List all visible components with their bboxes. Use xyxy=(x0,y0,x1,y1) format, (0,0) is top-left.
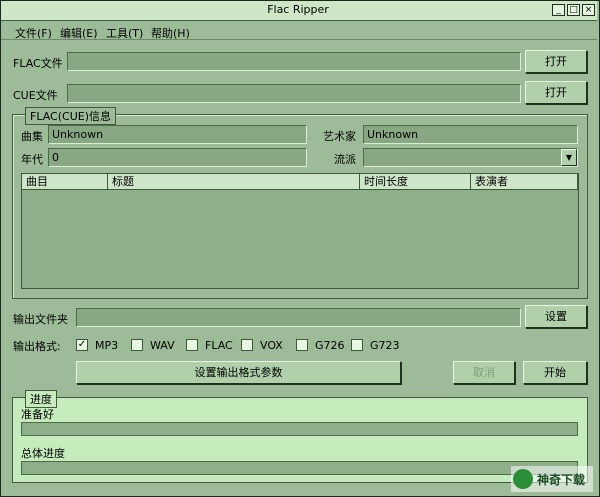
start-button[interactable]: 开始 xyxy=(523,361,587,384)
chevron-down-icon[interactable]: ▼ xyxy=(561,149,577,166)
flac-label: FLAC xyxy=(205,339,233,352)
cue-file-input[interactable] xyxy=(67,84,521,103)
window-title: Flac Ripper xyxy=(267,3,329,16)
track-list[interactable]: 曲目 标题 时间长度 表演者 xyxy=(21,173,579,289)
overall-progress-label: 总体进度 xyxy=(21,447,65,460)
cue-file-label: CUE文件 xyxy=(13,89,58,102)
column-header-title[interactable]: 标题 xyxy=(108,174,360,190)
maximize-button[interactable]: □ xyxy=(567,4,580,16)
g723-label: G723 xyxy=(370,339,400,352)
g726-label: G726 xyxy=(315,339,345,352)
open-flac-button[interactable]: 打开 xyxy=(525,50,587,73)
set-output-folder-button[interactable]: 设置 xyxy=(525,305,587,328)
flac-file-label: FLAC文件 xyxy=(13,57,63,70)
year-field[interactable]: 0 xyxy=(48,148,307,167)
open-cue-button[interactable]: 打开 xyxy=(525,81,587,104)
output-format-label: 输出格式: xyxy=(13,340,61,353)
watermark-text: 神奇下载 xyxy=(537,473,586,487)
menu-help[interactable]: 帮助(H) xyxy=(151,25,190,41)
artist-label: 艺术家 xyxy=(323,130,356,143)
output-folder-input[interactable] xyxy=(76,308,521,327)
minimize-button[interactable]: _ xyxy=(552,4,565,16)
mp3-checkbox[interactable]: ✓ xyxy=(76,339,88,351)
cancel-button[interactable]: 取消 xyxy=(453,361,515,384)
watermark: 神奇下载 xyxy=(511,466,593,492)
vox-label: VOX xyxy=(260,339,283,352)
g723-checkbox[interactable] xyxy=(351,339,363,351)
menu-file[interactable]: 文件(F) xyxy=(15,25,52,41)
overall-progress-bar xyxy=(21,461,578,475)
status-text: 准备好 xyxy=(21,408,54,421)
vox-checkbox[interactable] xyxy=(241,339,253,351)
output-folder-label: 输出文件夹 xyxy=(13,313,68,326)
menu-edit[interactable]: 编辑(E) xyxy=(60,25,98,41)
g726-checkbox[interactable] xyxy=(296,339,308,351)
wav-label: WAV xyxy=(150,339,175,352)
column-header-duration[interactable]: 时间长度 xyxy=(360,174,471,190)
menu-tools[interactable]: 工具(T) xyxy=(106,25,143,41)
album-field[interactable]: Unknown xyxy=(48,125,307,144)
column-header-track[interactable]: 曲目 xyxy=(22,174,108,190)
column-header-performer[interactable]: 表演者 xyxy=(471,174,578,190)
flac-checkbox[interactable] xyxy=(186,339,198,351)
album-label: 曲集 xyxy=(21,130,43,143)
artist-field[interactable]: Unknown xyxy=(363,125,578,144)
mp3-label: MP3 xyxy=(95,339,119,352)
year-label: 年代 xyxy=(21,153,43,166)
status-progress-bar xyxy=(21,422,578,436)
close-button[interactable]: × xyxy=(582,4,595,16)
watermark-logo-icon xyxy=(513,469,533,489)
flac-info-group-title: FLAC(CUE)信息 xyxy=(25,107,116,125)
wav-checkbox[interactable] xyxy=(131,339,143,351)
format-params-button[interactable]: 设置输出格式参数 xyxy=(76,361,401,384)
genre-select[interactable] xyxy=(363,148,578,167)
genre-label: 流派 xyxy=(334,153,356,166)
flac-file-input[interactable] xyxy=(67,52,521,71)
